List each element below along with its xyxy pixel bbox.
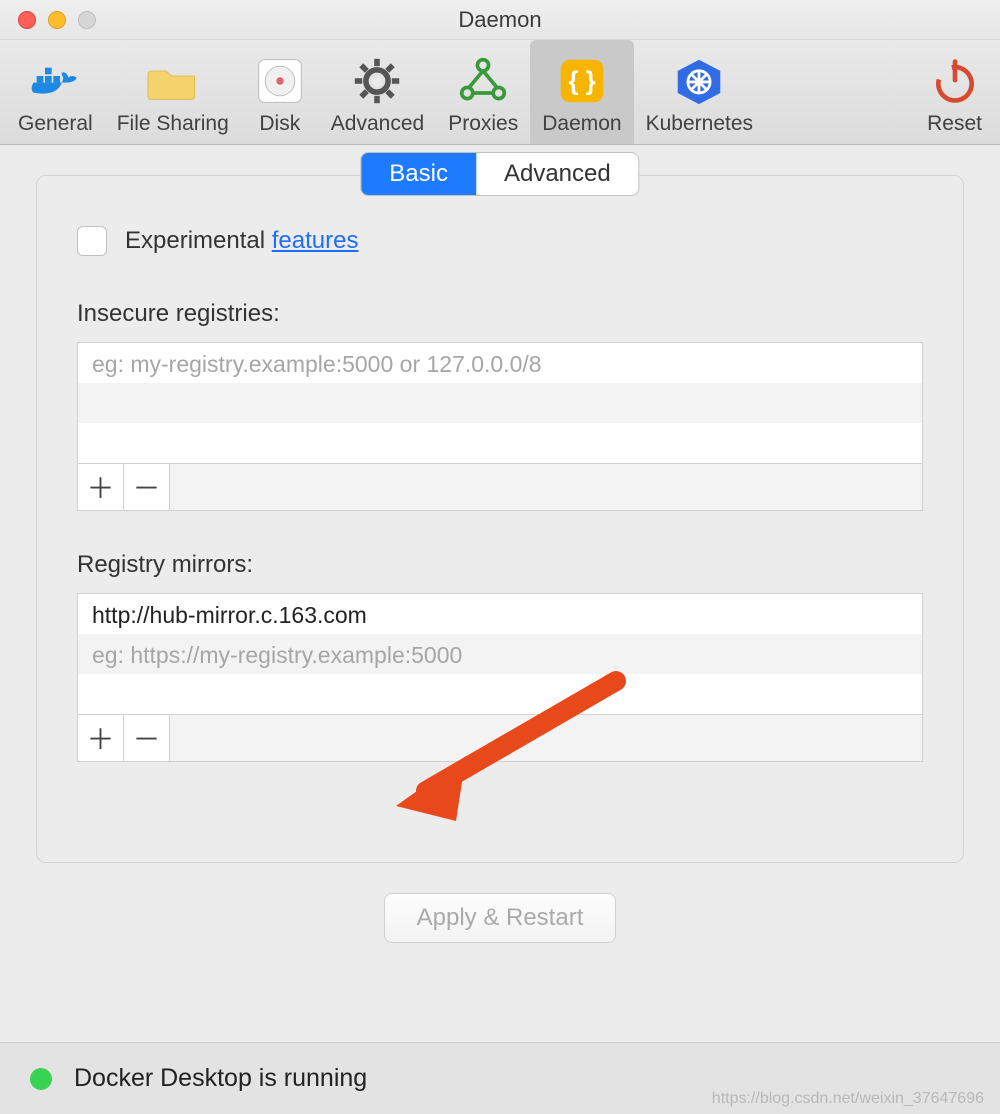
registry-mirrors-label: Registry mirrors: [77,551,923,579]
experimental-row: Experimental features [77,226,923,256]
kubernetes-icon [672,54,726,108]
window-title: Daemon [458,7,541,33]
folder-icon [146,54,200,108]
daemon-panel: Basic Advanced Experimental features Ins… [36,175,964,863]
apply-restart-button[interactable]: Apply & Restart [384,893,617,943]
tab-advanced[interactable]: Advanced [319,40,436,144]
power-icon [928,54,982,108]
titlebar: Daemon [0,0,1000,40]
window-minimize-button[interactable] [48,11,66,29]
insecure-remove-button[interactable]: － [124,464,170,510]
tab-proxies[interactable]: Proxies [436,40,530,144]
list-row-empty[interactable] [78,674,922,714]
status-indicator-icon [30,1068,52,1090]
tab-label: Advanced [331,112,424,136]
status-bar: Docker Desktop is running https://blog.c… [0,1042,1000,1114]
tab-label: Disk [259,112,300,136]
status-text: Docker Desktop is running [74,1064,367,1093]
gear-icon [350,54,404,108]
mode-segmented-control: Basic Advanced [360,152,639,196]
experimental-label: Experimental features [125,227,358,255]
mirror-value-row[interactable]: http://hub-mirror.c.163.com [78,594,922,634]
registry-mirrors-list: http://hub-mirror.c.163.com eg: https://… [77,593,923,762]
segment-advanced[interactable]: Advanced [476,153,639,195]
tab-label: General [18,112,93,136]
preferences-toolbar: General File Sharing Disk [0,40,1000,145]
experimental-checkbox[interactable] [77,226,107,256]
mirrors-add-button[interactable]: ＋ [78,715,124,761]
tab-general[interactable]: General [6,40,105,144]
network-icon [456,54,510,108]
tab-daemon[interactable]: { } Daemon [530,40,633,144]
mirrors-remove-button[interactable]: － [124,715,170,761]
tab-label: Kubernetes [646,112,753,136]
window-close-button[interactable] [18,11,36,29]
reset-button[interactable]: Reset [915,40,994,144]
insecure-registries-label: Insecure registries: [77,300,923,328]
mirror-placeholder-row[interactable]: eg: https://my-registry.example:5000 [78,634,922,674]
tab-file-sharing[interactable]: File Sharing [105,40,241,144]
tab-disk[interactable]: Disk [241,40,319,144]
insecure-placeholder-row[interactable]: eg: my-registry.example:5000 or 127.0.0.… [78,343,922,383]
reset-label: Reset [927,112,982,136]
tab-label: File Sharing [117,112,229,136]
insecure-registries-list: eg: my-registry.example:5000 or 127.0.0.… [77,342,923,511]
list-row-empty[interactable] [78,383,922,423]
content-area: Basic Advanced Experimental features Ins… [0,145,1000,1042]
segment-basic[interactable]: Basic [361,153,476,195]
braces-icon: { } [555,54,609,108]
window-zoom-button[interactable] [78,11,96,29]
whale-icon [28,54,82,108]
svg-text:{ }: { } [568,67,595,95]
tab-label: Proxies [448,112,518,136]
insecure-add-button[interactable]: ＋ [78,464,124,510]
tab-kubernetes[interactable]: Kubernetes [634,40,765,144]
tab-label: Daemon [542,112,621,136]
watermark-text: https://blog.csdn.net/weixin_37647696 [712,1090,984,1108]
disk-icon [253,54,307,108]
list-row-empty[interactable] [78,423,922,463]
experimental-features-link[interactable]: features [272,227,359,254]
